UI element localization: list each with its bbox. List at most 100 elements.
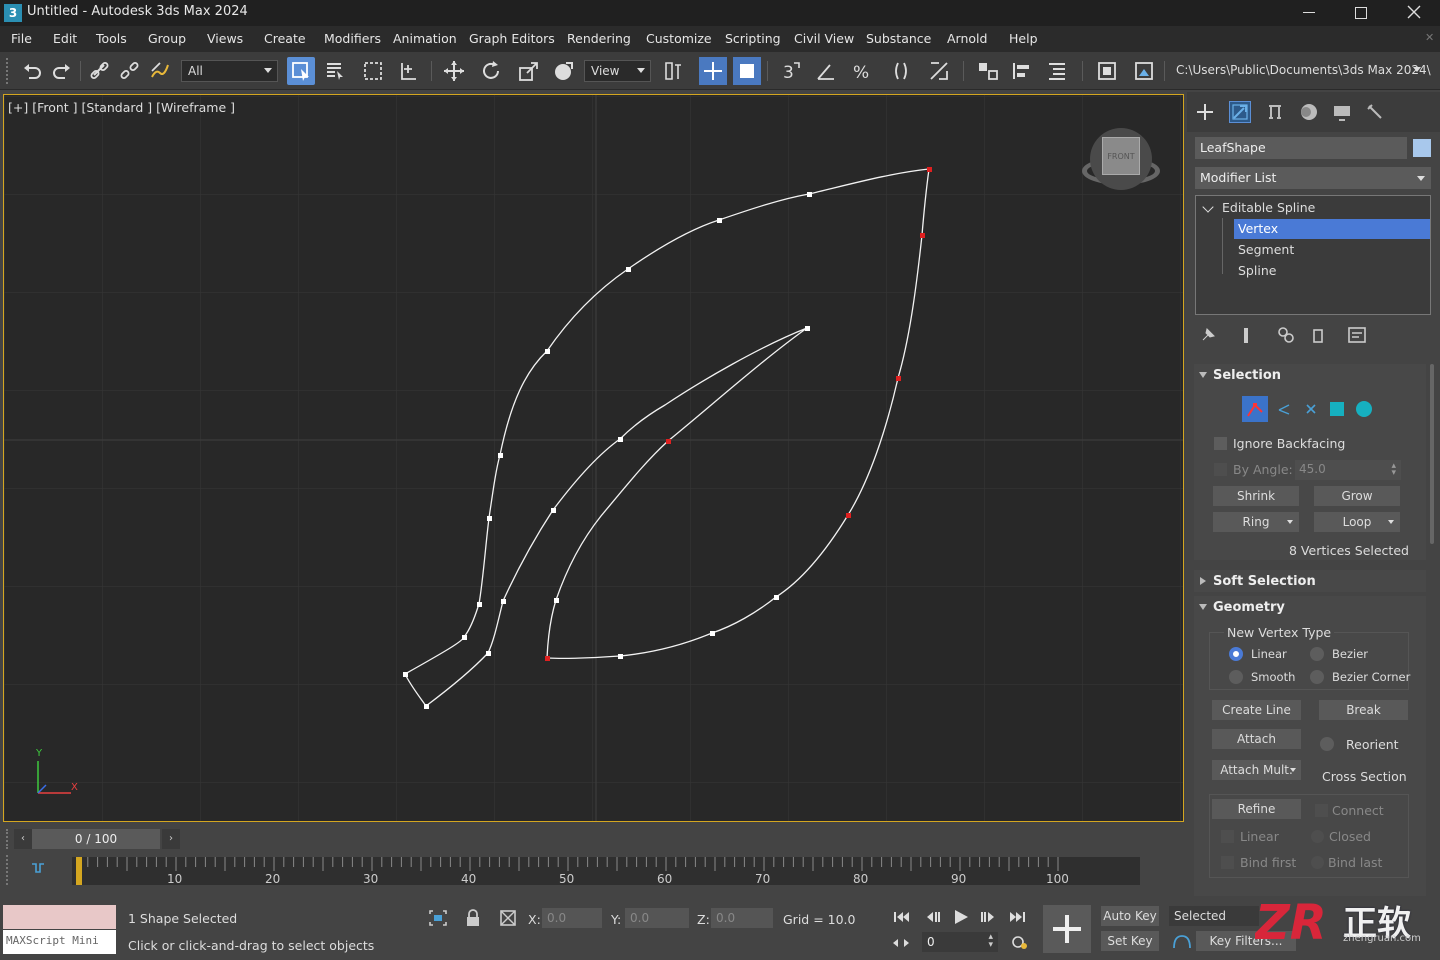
object-name-field[interactable]: LeafShape xyxy=(1195,137,1407,159)
motion-tab-icon[interactable] xyxy=(1299,102,1319,122)
pin-stack-icon[interactable] xyxy=(1199,326,1217,344)
selection-rollout-toggle[interactable] xyxy=(1199,372,1207,378)
menu-create[interactable]: Create xyxy=(264,31,306,46)
maxscript-mini-listener[interactable]: MAXScript Mini xyxy=(3,930,116,954)
vertex-type-bezier-corner-radio[interactable] xyxy=(1310,670,1324,684)
select-by-name-icon[interactable] xyxy=(321,57,349,85)
rect-selection-region-icon[interactable] xyxy=(359,57,387,85)
create-tab-icon[interactable] xyxy=(1195,102,1215,122)
menu-edit[interactable]: Edit xyxy=(53,31,77,46)
bind-first-checkbox[interactable] xyxy=(1221,856,1234,869)
attach-button[interactable]: Attach xyxy=(1212,729,1301,749)
close-icon[interactable] xyxy=(1405,3,1423,21)
shrink-button[interactable]: Shrink xyxy=(1213,486,1299,506)
segment-mode-icon[interactable] xyxy=(1277,402,1291,416)
link-icon[interactable] xyxy=(86,57,114,85)
undo-icon[interactable] xyxy=(18,57,46,85)
menu-animation[interactable]: Animation xyxy=(393,31,457,46)
configure-modifier-sets-icon[interactable] xyxy=(1347,325,1367,345)
menu-civil-view[interactable]: Civil View xyxy=(794,31,854,46)
current-frame-field[interactable]: 0 ▴ ▾ xyxy=(922,932,998,952)
ignore-backfacing-checkbox[interactable] xyxy=(1214,437,1227,450)
menu-file[interactable]: File xyxy=(11,31,32,46)
utilities-tab-icon[interactable] xyxy=(1365,102,1385,122)
attach-mult-button[interactable]: Attach Mult. xyxy=(1212,760,1301,780)
time-slider-prev-icon[interactable]: ‹ xyxy=(14,829,32,849)
menu-modifiers[interactable]: Modifiers xyxy=(324,31,381,46)
align-icon[interactable] xyxy=(1008,57,1036,85)
scale-icon[interactable] xyxy=(515,57,543,85)
menu-views[interactable]: Views xyxy=(207,31,243,46)
menu-group[interactable]: Group xyxy=(148,31,186,46)
stack-expand-icon[interactable] xyxy=(1202,201,1214,213)
scene-explorer-icon[interactable] xyxy=(1043,57,1071,85)
remove-modifier-icon[interactable] xyxy=(1311,326,1325,344)
break-button[interactable]: Break xyxy=(1319,700,1408,720)
material-editor-icon[interactable] xyxy=(1093,57,1121,85)
angle-snap-icon[interactable] xyxy=(812,57,840,85)
move-icon[interactable] xyxy=(440,57,468,85)
by-angle-spinner[interactable]: 45.0 ▴ ▾ xyxy=(1295,460,1401,480)
keyboard-shortcut-override-icon[interactable] xyxy=(733,57,761,85)
modifier-list-dropdown[interactable]: Modifier List xyxy=(1195,167,1431,189)
x-coord-field[interactable]: 0.0 xyxy=(542,908,602,928)
stack-editable-spline[interactable]: Editable Spline xyxy=(1222,200,1315,215)
menu-tools[interactable]: Tools xyxy=(96,31,127,46)
previous-frame-icon[interactable] xyxy=(924,909,942,925)
vertex-type-smooth-radio[interactable] xyxy=(1229,670,1243,684)
front-viewport[interactable]: [+] [Front ] [Standard ] [Wireframe ] Y … xyxy=(3,94,1184,822)
menu-close-icon[interactable]: ✕ xyxy=(1425,31,1434,44)
whole-mode-icon[interactable] xyxy=(1356,401,1372,417)
reorient-checkbox[interactable] xyxy=(1320,737,1334,751)
reference-coord-dropdown[interactable]: View xyxy=(584,60,651,82)
closed-checkbox[interactable] xyxy=(1311,830,1324,843)
mirror-icon[interactable] xyxy=(974,57,1002,85)
viewport-label[interactable]: [+] [Front ] [Standard ] [Wireframe ] xyxy=(8,100,235,115)
object-color-swatch[interactable] xyxy=(1413,139,1431,157)
play-icon[interactable] xyxy=(952,908,970,926)
menu-substance[interactable]: Substance xyxy=(866,31,931,46)
rotate-icon[interactable] xyxy=(477,57,505,85)
curve-editor-icon[interactable] xyxy=(30,860,48,876)
set-key-big-icon[interactable] xyxy=(1043,905,1091,953)
geometry-rollout-toggle[interactable] xyxy=(1199,604,1207,610)
refine-button[interactable]: Refine xyxy=(1212,799,1301,819)
soft-selection-rollout-title[interactable]: Soft Selection xyxy=(1213,574,1316,589)
create-line-button[interactable]: Create Line xyxy=(1212,700,1301,720)
maxscript-listener-color[interactable] xyxy=(3,905,116,929)
show-end-result-icon[interactable] xyxy=(1239,326,1253,344)
cross-section-label[interactable]: Cross Section xyxy=(1322,769,1407,784)
window-crossing-icon[interactable] xyxy=(395,57,423,85)
go-to-start-icon[interactable] xyxy=(892,909,910,925)
unlink-icon[interactable] xyxy=(116,57,144,85)
geometry-rollout-title[interactable]: Geometry xyxy=(1213,600,1285,615)
select-object-icon[interactable] xyxy=(287,57,315,85)
vertex-mode-icon[interactable] xyxy=(1242,396,1268,422)
pivot-center-icon[interactable] xyxy=(659,57,687,85)
connect-checkbox[interactable] xyxy=(1315,804,1328,817)
place-icon[interactable] xyxy=(550,57,578,85)
time-slider-next-icon[interactable]: › xyxy=(162,829,180,849)
linear-checkbox[interactable] xyxy=(1221,830,1234,843)
stack-level-segment[interactable]: Segment xyxy=(1238,242,1294,257)
loop-button[interactable]: Loop xyxy=(1314,512,1400,532)
minimize-icon[interactable] xyxy=(1303,12,1315,13)
track-bar[interactable] xyxy=(72,857,1140,885)
percent-snap-icon[interactable]: % xyxy=(848,57,876,85)
stack-level-spline[interactable]: Spline xyxy=(1238,263,1276,278)
spline-mode-icon[interactable] xyxy=(1304,402,1318,416)
selected-set-dropdown[interactable]: Selected xyxy=(1169,906,1259,926)
menu-rendering[interactable]: Rendering xyxy=(567,31,631,46)
modifier-stack[interactable]: Editable Spline Vertex Segment Spline xyxy=(1195,195,1431,315)
menu-graph-editors[interactable]: Graph Editors xyxy=(469,31,555,46)
stack-level-vertex[interactable]: Vertex xyxy=(1234,219,1430,239)
make-unique-icon[interactable] xyxy=(1275,326,1297,344)
go-to-end-icon[interactable] xyxy=(1009,909,1027,925)
ring-button[interactable]: Ring xyxy=(1213,512,1299,532)
next-frame-icon[interactable] xyxy=(979,909,997,925)
display-tab-icon[interactable] xyxy=(1332,102,1352,122)
project-path-dropdown[interactable]: C:\Users\Public\Documents\3ds Max 2024\ xyxy=(1170,60,1431,82)
menu-customize[interactable]: Customize xyxy=(646,31,712,46)
spinner-snap-icon[interactable] xyxy=(887,57,915,85)
element-mode-icon[interactable] xyxy=(1330,402,1344,416)
